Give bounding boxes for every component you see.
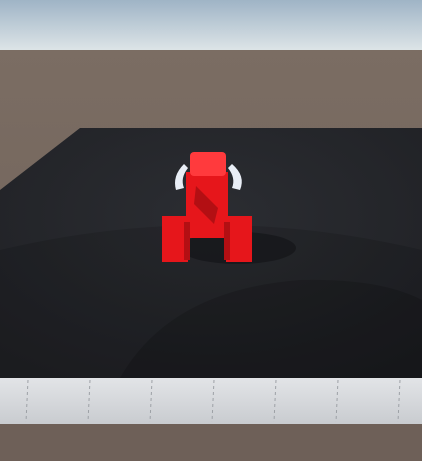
arena-wall <box>0 378 422 424</box>
robot-head <box>190 152 226 176</box>
scene-canvas <box>0 0 422 461</box>
left-track-side <box>184 222 190 260</box>
foreground-ground <box>0 424 422 461</box>
game-viewport[interactable] <box>0 0 422 461</box>
sky <box>0 0 422 52</box>
right-track-side <box>224 222 230 260</box>
